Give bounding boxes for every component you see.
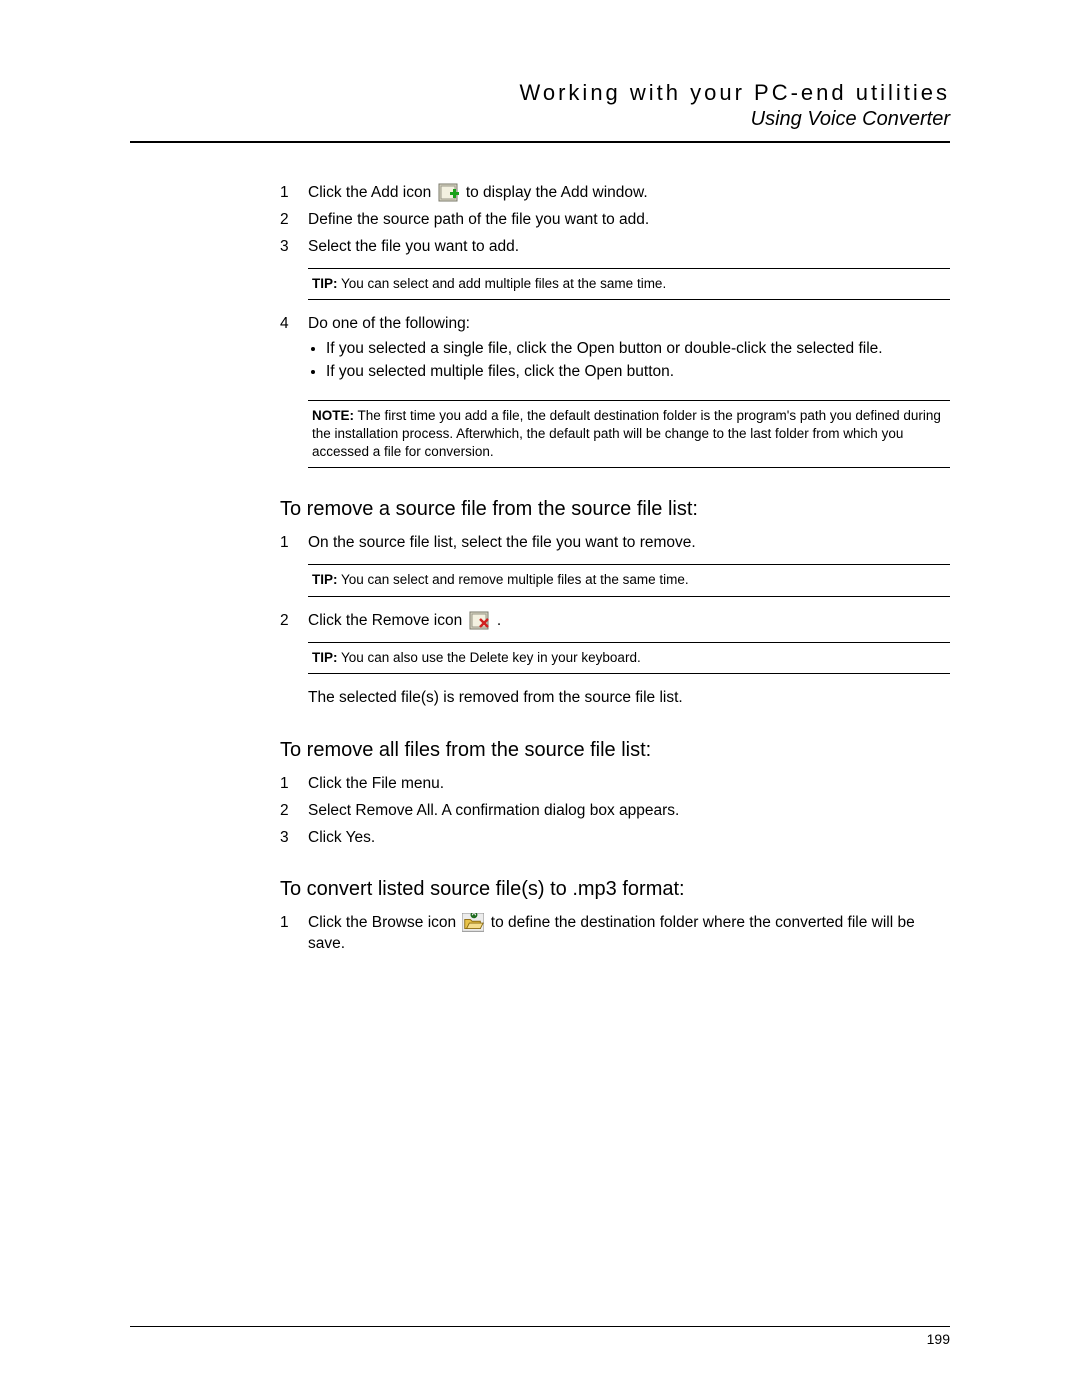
step-item: 1 Click the Browse icon to define the de…	[280, 913, 950, 955]
step-number: 2	[280, 210, 308, 231]
callout-label: TIP:	[312, 650, 338, 665]
step-item: 1 Click the Add icon to display the Add …	[280, 183, 950, 204]
page-header: Working with your PC-end utilities Using…	[130, 80, 950, 131]
callout-label: TIP:	[312, 572, 338, 587]
step-number: 1	[280, 533, 308, 554]
step-text: Select Remove All. A confirmation dialog…	[308, 801, 950, 822]
step-item: 3 Select the file you want to add.	[280, 237, 950, 258]
bullet-item: If you selected multiple files, click th…	[326, 362, 950, 381]
manual-page: Working with your PC-end utilities Using…	[0, 0, 1080, 1397]
step-number: 2	[280, 801, 308, 822]
subheading-remove-all: To remove all files from the source file…	[280, 737, 950, 764]
step-text: Click the Add icon to display the Add wi…	[308, 183, 950, 204]
step-text: Click the Remove icon .	[308, 611, 950, 632]
step-item: 1 Click the File menu.	[280, 774, 950, 795]
step-number: 3	[280, 237, 308, 258]
callout-label: NOTE:	[312, 408, 354, 423]
callout-text: You can also use the Delete key in your …	[338, 650, 641, 665]
step-text: On the source file list, select the file…	[308, 533, 950, 554]
bullet-list: If you selected a single file, click the…	[326, 339, 950, 382]
step-number: 1	[280, 913, 308, 955]
tip-callout: TIP: You can select and remove multiple …	[308, 564, 950, 596]
page-content: 1 Click the Add icon to display the Add …	[130, 183, 950, 955]
text-fragment: .	[497, 612, 501, 629]
step-item: 4 Do one of the following: If you select…	[280, 314, 950, 390]
text-fragment: to display the Add window.	[466, 184, 648, 201]
step-number: 3	[280, 828, 308, 849]
subheading-remove-one: To remove a source file from the source …	[280, 496, 950, 523]
callout-label: TIP:	[312, 276, 338, 291]
text-fragment: Click the Add icon	[308, 184, 436, 201]
page-footer: 199	[130, 1326, 950, 1347]
step-item: 2 Click the Remove icon .	[280, 611, 950, 632]
step-item: 2 Select Remove All. A confirmation dial…	[280, 801, 950, 822]
remove-icon	[469, 611, 491, 631]
step-number: 2	[280, 611, 308, 632]
tip-callout: TIP: You can select and add multiple fil…	[308, 268, 950, 300]
step-number: 4	[280, 314, 308, 390]
bullet-item: If you selected a single file, click the…	[326, 339, 950, 358]
step-item: 3 Click Yes.	[280, 828, 950, 849]
step-item: 1 On the source file list, select the fi…	[280, 533, 950, 554]
result-text: The selected file(s) is removed from the…	[280, 688, 950, 709]
callout-text: You can select and add multiple files at…	[338, 276, 667, 291]
step-number: 1	[280, 183, 308, 204]
step-text: Click the File menu.	[308, 774, 950, 795]
step-text: The selected file(s) is removed from the…	[308, 688, 950, 709]
callout-text: You can select and remove multiple files…	[338, 572, 689, 587]
footer-rule	[130, 1326, 950, 1327]
step-item: 2 Define the source path of the file you…	[280, 210, 950, 231]
step-body: Do one of the following: If you selected…	[308, 314, 950, 390]
text-fragment: Click the Remove icon	[308, 612, 467, 629]
step-text: Click Yes.	[308, 828, 950, 849]
step-number: 1	[280, 774, 308, 795]
step-text: Click the Browse icon to define the dest…	[308, 913, 950, 955]
page-number: 199	[130, 1331, 950, 1347]
subheading-convert: To convert listed source file(s) to .mp3…	[280, 876, 950, 903]
note-callout: NOTE: The first time you add a file, the…	[308, 400, 950, 469]
step-text: Do one of the following:	[308, 315, 470, 332]
add-icon	[438, 183, 460, 203]
text-fragment: Click the Browse icon	[308, 915, 460, 932]
browse-icon	[462, 913, 484, 933]
tip-callout: TIP: You can also use the Delete key in …	[308, 642, 950, 674]
callout-text: The first time you add a file, the defau…	[312, 408, 941, 459]
step-text: Define the source path of the file you w…	[308, 210, 950, 231]
step-text: Select the file you want to add.	[308, 237, 950, 258]
section-title: Using Voice Converter	[130, 108, 950, 131]
header-rule	[130, 141, 950, 143]
chapter-title: Working with your PC-end utilities	[130, 80, 950, 106]
